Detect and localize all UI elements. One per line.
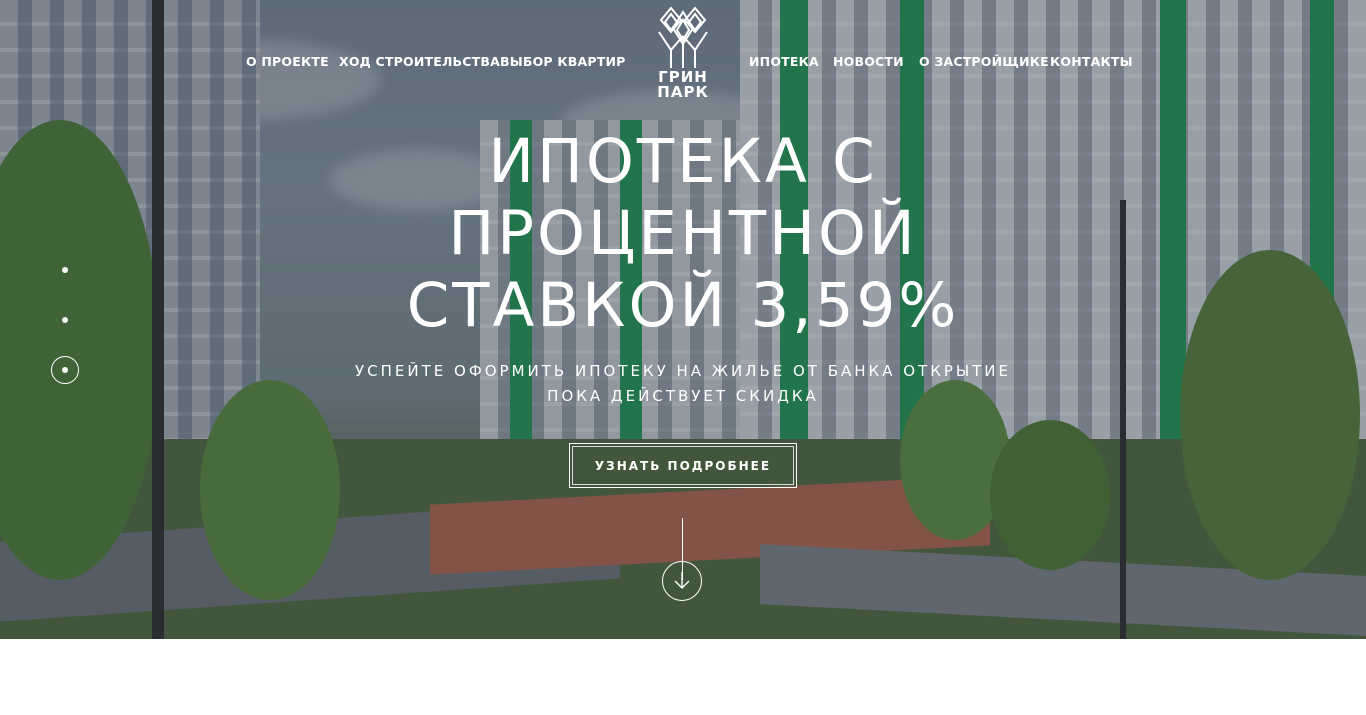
scroll-down-button[interactable] xyxy=(662,561,702,601)
nav-about-developer[interactable]: О ЗАСТРОЙЩИКЕ xyxy=(919,54,1049,69)
nav-news[interactable]: НОВОСТИ xyxy=(833,54,904,69)
logo[interactable]: ГРИН ПАРК xyxy=(656,6,710,100)
hero-subtitle-line-2: ПОКА ДЕЙСТВУЕТ СКИДКА xyxy=(547,387,819,405)
slide-dot-2[interactable] xyxy=(62,317,68,323)
hero-title-line-3: СТАВКОЙ 3,59% xyxy=(406,270,960,341)
learn-more-button[interactable]: УЗНАТЬ ПОДРОБНЕЕ xyxy=(569,443,797,488)
nav-mortgage[interactable]: ИПОТЕКА xyxy=(749,54,819,69)
hero-subtitle: УСПЕЙТЕ ОФОРМИТЬ ИПОТЕКУ НА ЖИЛЬЕ ОТ БАН… xyxy=(333,359,1033,409)
logo-text-line-2: ПАРК xyxy=(657,83,709,101)
nav-choose-apartment[interactable]: ВЫБОР КВАРТИР xyxy=(500,54,625,69)
hero-title-line-2: ПРОЦЕНТНОЙ xyxy=(448,198,918,269)
hero-banner: О ПРОЕКТЕ ХОД СТРОИТЕЛЬСТВА ВЫБОР КВАРТИ… xyxy=(0,0,1366,639)
hero-subtitle-line-1: УСПЕЙТЕ ОФОРМИТЬ ИПОТЕКУ НА ЖИЛЬЕ ОТ БАН… xyxy=(355,362,1011,380)
slide-dot-3-center xyxy=(62,367,68,373)
trees-logo-icon xyxy=(658,6,708,68)
main-navigation: О ПРОЕКТЕ ХОД СТРОИТЕЛЬСТВА ВЫБОР КВАРТИ… xyxy=(0,0,1366,110)
arrow-down-icon xyxy=(674,572,690,589)
nav-about-project[interactable]: О ПРОЕКТЕ xyxy=(246,54,329,69)
slide-dot-1[interactable] xyxy=(62,267,68,273)
nav-construction-progress[interactable]: ХОД СТРОИТЕЛЬСТВА xyxy=(339,54,500,69)
hero-title: ИПОТЕКА С ПРОЦЕНТНОЙ СТАВКОЙ 3,59% xyxy=(383,126,983,342)
hero-title-line-1: ИПОТЕКА С xyxy=(488,126,878,197)
nav-contacts[interactable]: КОНТАКТЫ xyxy=(1050,54,1133,69)
slide-dot-3-active[interactable] xyxy=(51,356,79,384)
